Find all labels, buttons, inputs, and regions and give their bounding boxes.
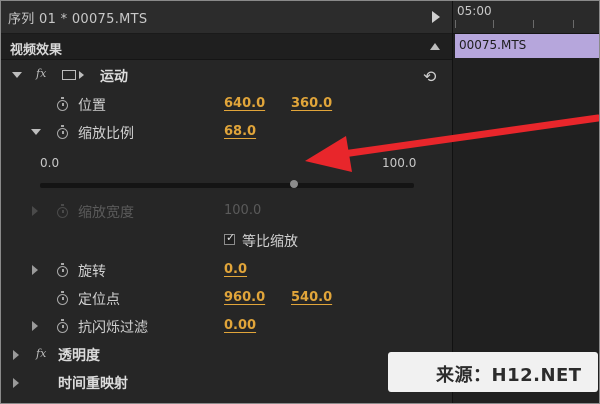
scale-label: 缩放比例 — [78, 126, 134, 142]
property-anchor-row: 定位点 960.0 540.0 — [0, 286, 452, 310]
scale-width-value: 100.0 — [224, 203, 262, 218]
effect-controls-panel: 序列 01 * 00075.MTS 视频效果 fx 运动 ⟲ 位置 640.0 … — [0, 0, 452, 404]
effect-opacity-row[interactable]: fx 透明度 — [0, 343, 452, 367]
scale-value[interactable]: 68.0 — [224, 124, 256, 139]
expand-opacity-icon[interactable] — [13, 350, 19, 360]
sequence-header: 序列 01 * 00075.MTS — [0, 0, 452, 34]
position-label: 位置 — [78, 98, 106, 114]
anti-flicker-label: 抗闪烁过滤 — [78, 320, 148, 336]
scale-slider-track[interactable] — [40, 183, 414, 188]
play-triangle-icon[interactable] — [432, 11, 440, 23]
anchor-y-value[interactable]: 540.0 — [291, 290, 332, 305]
position-y-value[interactable]: 360.0 — [291, 96, 332, 111]
video-effects-title: 视频效果 — [10, 43, 63, 58]
time-remap-label: 时间重映射 — [58, 376, 128, 392]
stopwatch-icon[interactable] — [57, 263, 68, 277]
ruler-tick — [455, 20, 456, 28]
clip-name: 00075.MTS — [459, 38, 527, 52]
motion-label: 运动 — [100, 69, 128, 85]
property-position-row: 位置 640.0 360.0 — [0, 92, 452, 116]
expand-scale-icon[interactable] — [31, 129, 41, 135]
effect-time-remap-row[interactable]: 时间重映射 — [0, 371, 452, 395]
time-ruler[interactable]: 05:00 — [453, 0, 600, 34]
property-scale-width-row: 缩放宽度 100.0 — [0, 199, 452, 223]
uniform-scale-label: 等比缩放 — [242, 234, 298, 250]
anchor-x-value[interactable]: 960.0 — [224, 290, 265, 305]
sequence-title: 序列 01 * 00075.MTS — [8, 12, 148, 27]
rotation-value[interactable]: 0.0 — [224, 262, 247, 277]
expand-anti-flicker-icon[interactable] — [32, 321, 38, 331]
motion-play-icon — [79, 71, 84, 79]
opacity-label: 透明度 — [58, 348, 100, 364]
property-anti-flicker-row: 抗闪烁过滤 0.00 — [0, 314, 452, 338]
stopwatch-icon[interactable] — [57, 319, 68, 333]
ruler-tick — [493, 20, 494, 28]
reset-icon[interactable]: ⟲ — [423, 67, 436, 86]
scale-slider-min: 0.0 — [40, 156, 60, 170]
expand-time-remap-icon[interactable] — [13, 378, 19, 388]
watermark: 来源：H12.NET — [388, 352, 598, 392]
anchor-label: 定位点 — [78, 292, 120, 308]
time-label: 05:00 — [457, 4, 492, 18]
watermark-text: 来源：H12.NET — [436, 365, 582, 386]
stopwatch-icon[interactable] — [57, 97, 68, 111]
anti-flicker-value[interactable]: 0.00 — [224, 318, 256, 333]
scale-width-label: 缩放宽度 — [78, 205, 134, 221]
property-rotation-row: 旋转 0.0 — [0, 258, 452, 282]
fx-icon[interactable]: fx — [36, 67, 46, 80]
stopwatch-icon — [57, 204, 68, 218]
motion-icon — [62, 70, 76, 80]
effect-motion-row[interactable]: fx 运动 — [0, 63, 452, 87]
timeline-panel: 05:00 00075.MTS — [452, 0, 600, 404]
expand-motion-icon[interactable] — [12, 72, 22, 78]
collapse-up-icon[interactable] — [430, 43, 440, 50]
video-effects-header[interactable]: 视频效果 — [0, 34, 452, 60]
checkmark-icon: ✓ — [226, 231, 236, 244]
timeline-clip[interactable]: 00075.MTS — [455, 34, 599, 58]
stopwatch-icon[interactable] — [57, 291, 68, 305]
uniform-scale-checkbox[interactable]: ✓ — [224, 231, 236, 245]
expand-rotation-icon[interactable] — [32, 265, 38, 275]
fx-icon[interactable]: fx — [36, 347, 46, 360]
property-scale-row: 缩放比例 68.0 — [0, 120, 452, 144]
ruler-tick — [573, 20, 574, 28]
position-x-value[interactable]: 640.0 — [224, 96, 265, 111]
stopwatch-icon[interactable] — [57, 125, 68, 139]
scale-slider-max: 100.0 — [382, 156, 417, 170]
rotation-label: 旋转 — [78, 264, 106, 280]
expand-scale-width-icon — [32, 206, 38, 216]
ruler-tick — [533, 20, 534, 28]
